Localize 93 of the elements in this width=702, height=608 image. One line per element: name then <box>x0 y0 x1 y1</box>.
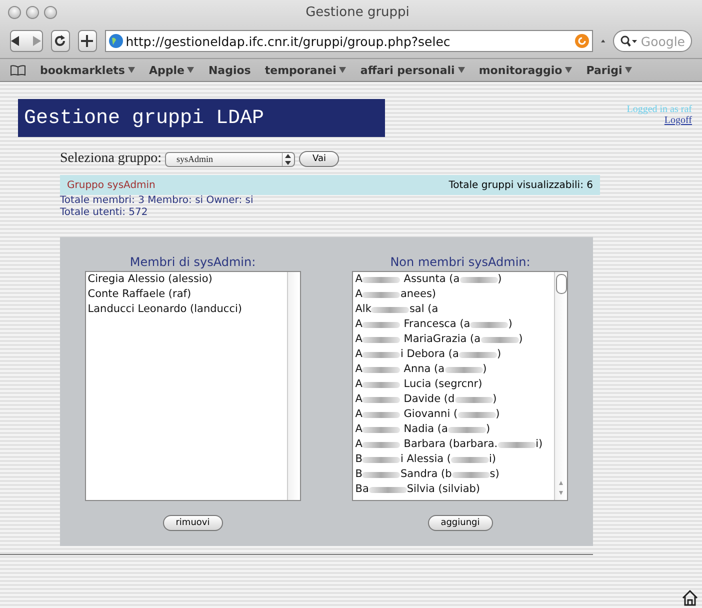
list-item[interactable]: Ba Silvia (silviab) <box>355 482 554 497</box>
users-info: Totale utenti: 572 <box>60 207 149 219</box>
redaction-mark <box>362 396 400 402</box>
back-forward-button[interactable] <box>10 30 43 52</box>
bookmark-item[interactable]: bookmarklets <box>40 64 125 76</box>
caret-icon[interactable] <box>600 38 605 44</box>
search-icon <box>620 35 638 47</box>
refresh-icon[interactable] <box>574 34 589 48</box>
redaction-mark <box>458 352 497 358</box>
arrows-icon <box>11 36 42 46</box>
zoom-icon[interactable] <box>44 6 57 18</box>
list-item[interactable]: B i Alessia ( i) <box>355 452 554 467</box>
redaction-mark <box>470 322 508 328</box>
bookmark-item[interactable]: affari personali <box>360 64 455 76</box>
redaction-mark <box>362 366 400 372</box>
redaction-mark <box>368 486 407 492</box>
scroll-thumb[interactable] <box>556 274 567 294</box>
book-icon[interactable] <box>10 64 26 76</box>
redaction-mark <box>451 456 490 462</box>
list-title: Non membri sysAdmin: <box>390 255 530 271</box>
logoff-link[interactable]: Logoff <box>664 115 692 126</box>
close-icon[interactable] <box>8 6 21 18</box>
list-item[interactable]: A Francesca (a ) <box>355 317 554 332</box>
redaction-mark <box>362 336 400 342</box>
caret-icon[interactable] <box>339 67 346 73</box>
list-item[interactable]: A i Debora (a ) <box>355 347 554 362</box>
bookmark-item[interactable]: Apple <box>148 64 184 76</box>
select-label: Seleziona gruppo: <box>60 151 162 167</box>
redaction-mark <box>460 276 498 282</box>
caret-icon[interactable] <box>458 67 465 73</box>
window-title: Gestione gruppi <box>306 4 410 20</box>
bookmark-item[interactable]: Nagios <box>208 64 251 76</box>
remove-button[interactable]: rimuovi <box>162 515 223 531</box>
reload-icon <box>54 35 66 47</box>
redaction-mark <box>362 382 400 388</box>
list-item[interactable]: A Lucia (segrcnr) <box>355 377 554 392</box>
list-box[interactable]: Ciregia Alessio (alessio) Conte Raffaele (raf) Landucci Leonardo (landucci) <box>84 271 301 501</box>
caret-icon[interactable] <box>187 67 194 73</box>
redaction-mark <box>444 366 483 372</box>
group-title: Gruppo sysAdmin <box>67 180 156 190</box>
go-button[interactable]: Vai <box>299 151 339 167</box>
list-item[interactable]: A anees) <box>355 287 554 302</box>
list-item[interactable]: A Assunta (a ) <box>355 272 554 287</box>
list-item[interactable]: A Barbara (barbara. i) <box>355 437 554 452</box>
add-bookmark-button[interactable] <box>78 30 97 52</box>
list-item[interactable]: A Anna (a ) <box>355 362 554 377</box>
redaction-mark <box>362 276 400 282</box>
plus-icon <box>81 35 94 47</box>
scrollbar[interactable] <box>286 272 300 500</box>
list-box[interactable] <box>352 271 568 501</box>
redaction-mark <box>458 412 496 418</box>
minimize-icon[interactable] <box>26 6 39 18</box>
redaction-mark <box>362 472 400 478</box>
address-field[interactable]: http://gestioneldap.ifc.cnr.it/gruppi/group.php?selec <box>104 30 593 52</box>
page-banner: Gestione gruppi LDAP <box>18 99 385 137</box>
redaction-mark <box>362 442 400 448</box>
members-info: Totale membri: 3 Membro: si Owner: si <box>60 195 254 207</box>
bookmark-item[interactable]: Parigi <box>586 64 622 76</box>
redaction-mark <box>362 456 400 462</box>
redaction-mark <box>480 336 519 342</box>
list-item[interactable]: A MariaGrazia (a ) <box>355 332 554 347</box>
list-item[interactable]: Landucci Leonardo (landucci) <box>88 302 287 317</box>
list-item[interactable]: A Giovanni ( ) <box>355 407 554 422</box>
group-dropdown[interactable]: sysAdmin <box>165 152 296 166</box>
caret-icon[interactable] <box>565 67 572 73</box>
redaction-mark <box>498 442 536 448</box>
redaction-mark <box>362 322 400 328</box>
redaction-mark <box>454 396 493 402</box>
list-item[interactable]: A Davide (d ) <box>355 392 554 407</box>
globe-icon <box>108 34 123 48</box>
list-item[interactable]: Alk sal (a <box>355 302 554 317</box>
list-item[interactable]: Ciregia Alessio (alessio) <box>88 272 287 287</box>
redaction-mark <box>362 352 400 358</box>
scrollbar[interactable] <box>554 272 568 500</box>
list-item[interactable]: B Sandra (b s) <box>355 467 554 482</box>
add-button[interactable]: aggiungi <box>428 515 493 531</box>
home-icon[interactable] <box>682 590 698 606</box>
reload-button[interactable] <box>50 30 70 52</box>
login-status: Logged in as raf <box>626 104 692 115</box>
list-item[interactable]: A Nadia (a ) <box>355 422 554 437</box>
redaction-mark <box>448 426 486 432</box>
caret-icon[interactable] <box>128 67 135 73</box>
redaction-mark <box>362 426 400 432</box>
bookmark-item[interactable]: monitoraggio <box>478 64 562 76</box>
total-groups: Totale gruppi visualizzabili: 6 <box>448 180 593 190</box>
list-title: Membri di sysAdmin: <box>130 255 256 271</box>
bookmark-item[interactable]: temporanei <box>264 64 336 76</box>
caret-icon[interactable] <box>625 67 632 73</box>
redaction-mark <box>452 472 490 478</box>
list-item[interactable]: Conte Raffaele (raf) <box>88 287 287 302</box>
redaction-mark <box>362 412 400 418</box>
redaction-mark <box>362 292 400 298</box>
redaction-mark <box>371 306 410 312</box>
